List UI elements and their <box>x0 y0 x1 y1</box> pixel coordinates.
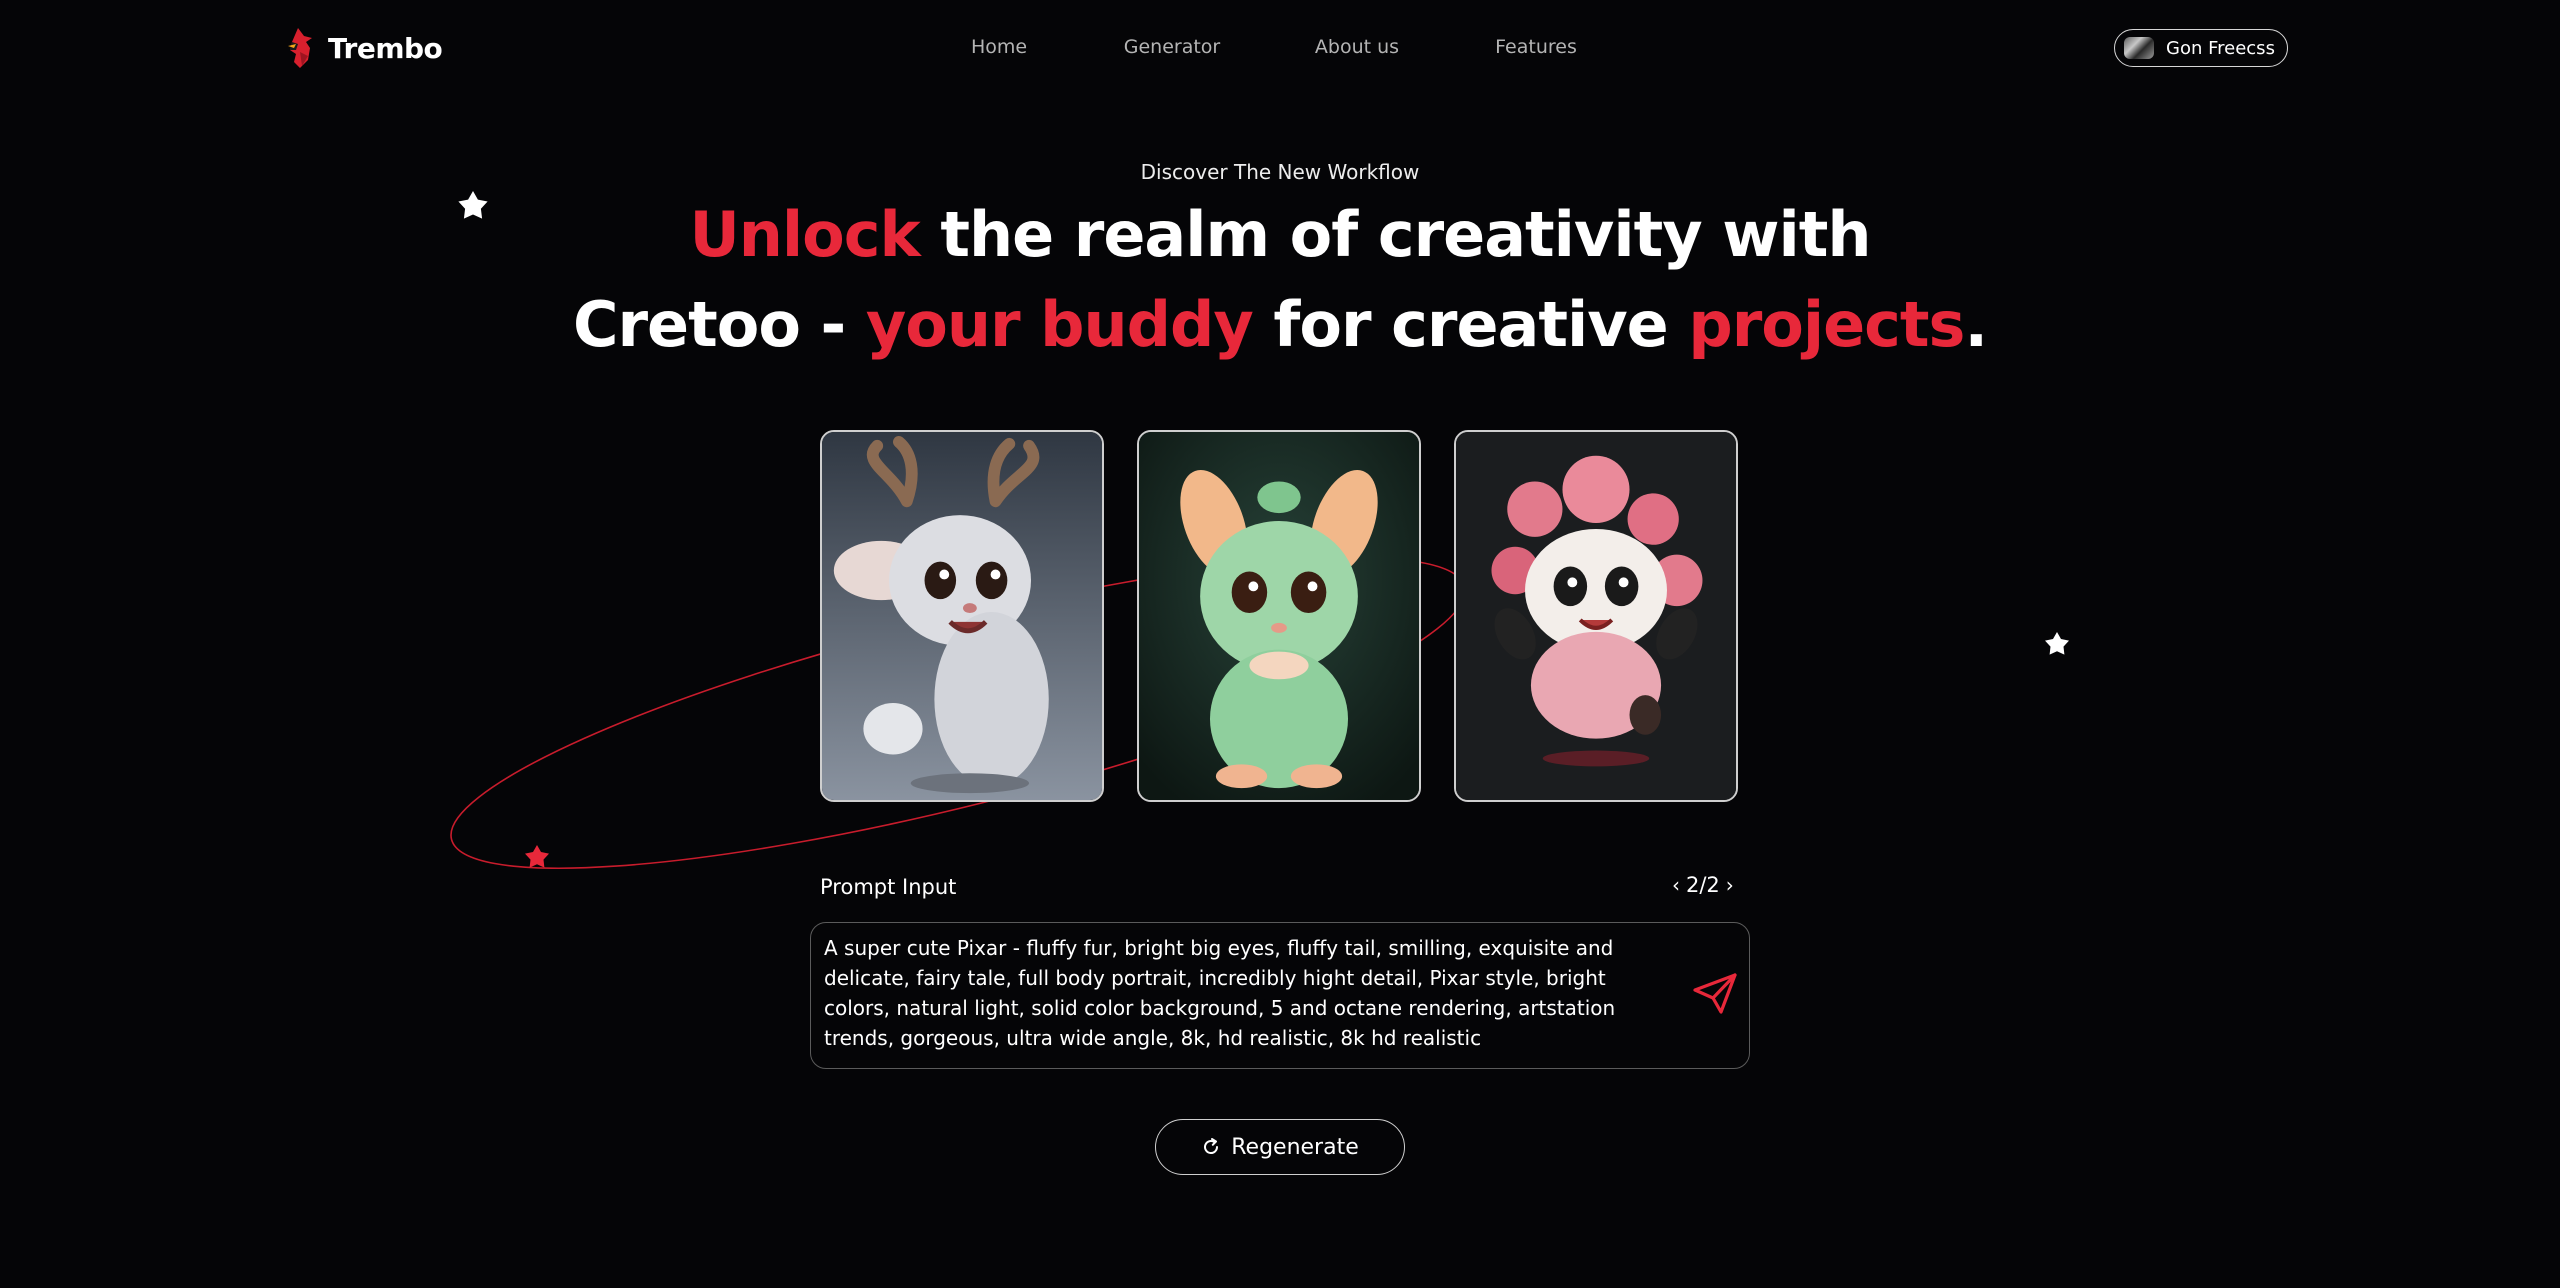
regenerate-label: Regenerate <box>1231 1134 1359 1160</box>
prompt-text[interactable]: A super cute Pixar - fluffy fur, bright … <box>824 933 1664 1053</box>
headline-word: the realm of creativity with <box>919 198 1871 271</box>
deer-image <box>822 432 1102 800</box>
avatar <box>2124 37 2154 59</box>
hero-eyebrow: Discover The New Workflow <box>1140 160 1420 184</box>
generated-image-card[interactable] <box>820 430 1104 802</box>
headline-word: . <box>1964 288 1988 361</box>
chevron-right-icon[interactable]: › <box>1726 873 1734 897</box>
send-icon[interactable] <box>1691 972 1739 1016</box>
user-profile-button[interactable]: Gon Freecss <box>2114 29 2288 67</box>
user-name: Gon Freecss <box>2166 37 2275 59</box>
star-icon <box>525 845 549 868</box>
generated-image-card[interactable] <box>1137 430 1421 802</box>
panda-image <box>1456 432 1736 800</box>
prompt-input-label: Prompt Input <box>820 875 957 899</box>
headline-word: for creative <box>1252 288 1689 361</box>
nav-link-generator[interactable]: Generator <box>1124 36 1220 58</box>
generated-image-card[interactable] <box>1454 430 1738 802</box>
refresh-icon <box>1204 1138 1219 1154</box>
headline-line-1: Unlock the realm of creativity with <box>0 190 2560 280</box>
nav-link-home[interactable]: Home <box>971 36 1027 58</box>
chevron-left-icon[interactable]: ‹ <box>1672 873 1680 897</box>
headline-word: projects <box>1688 288 1965 361</box>
headline-word: Unlock <box>689 198 920 271</box>
prompt-input[interactable]: A super cute Pixar - fluffy fur, bright … <box>810 922 1750 1069</box>
prompt-pager: ‹ 2/2 › <box>1672 873 1734 897</box>
page: Trembo Home Generator About us Features … <box>0 0 2560 1288</box>
creature-image <box>1139 432 1419 800</box>
headline-line-2: Cretoo - your buddy for creative project… <box>0 280 2560 370</box>
headline-word: your buddy <box>865 288 1254 361</box>
nav-link-features[interactable]: Features <box>1495 36 1577 58</box>
nav-link-about-us[interactable]: About us <box>1315 36 1399 58</box>
regenerate-button[interactable]: Regenerate <box>1155 1119 1405 1175</box>
headline-word: Cretoo - <box>572 288 866 361</box>
page-indicator: 2/2 <box>1686 873 1720 897</box>
star-icon <box>2045 632 2069 655</box>
hero-headline: Unlock the realm of creativity with Cret… <box>0 190 2560 370</box>
